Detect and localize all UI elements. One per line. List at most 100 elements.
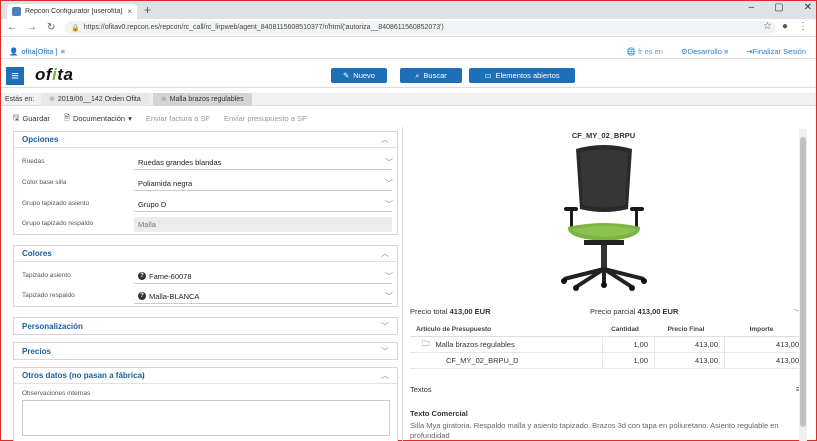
color-base-select[interactable]: Poliamida negra (134, 176, 392, 191)
option-row-color-base: Color base silla Poliamida negra ﹀ (14, 175, 397, 191)
chair-image (554, 143, 654, 291)
product-panel: CF_MY_02_BRPU Precio total 413,00 EUR Pr… (406, 127, 801, 441)
lock-icon: 🔒 (71, 24, 80, 32)
chevron-down-icon: ﹀ (385, 292, 393, 301)
save-icon: 🖫 (13, 113, 20, 122)
precios-section[interactable]: Precios ﹀ (13, 342, 398, 360)
caret-down-icon: ▾ (128, 114, 132, 123)
option-row-grupo-asiento: Grupo tapizado asiento Grupo D ﹀ (14, 196, 397, 212)
otros-datos-header[interactable]: Otros datos (no pasan a fábrica) ︿ (14, 368, 397, 384)
textos-title: Textos (410, 385, 432, 394)
chevron-down-icon: ﹀ (385, 200, 393, 209)
table-row[interactable]: CF_MY_02_BRPU_D 1,00 413,00 413,00 (410, 353, 801, 369)
budget-table: Artículo de Presupuesto Cantidad Precio … (410, 323, 801, 369)
minimize-button[interactable]: – (749, 2, 755, 13)
observaciones-label: Observaciones internas (22, 390, 91, 397)
window-close-button[interactable]: ✕ (804, 2, 812, 13)
tapizado-asiento-select[interactable]: ? Fame-60078 (134, 269, 392, 284)
user-link[interactable]: 👤 ofita[Ofita ] ≡ (9, 47, 65, 56)
user-name: ofita[Ofita ] (21, 47, 58, 56)
product-reference: CF_MY_02_BRPU (571, 131, 636, 140)
elementos-abiertos-button[interactable]: ▭ Elementos abiertos (469, 68, 575, 83)
otros-datos-section: Otros datos (no pasan a fábrica) ︿ Observ… (13, 367, 398, 441)
chevron-down-icon: ﹀ (381, 346, 389, 356)
url-text: https://ofitav0.repcon.es/repcon/rc_call… (83, 24, 444, 31)
chevron-down-icon: ﹀ (385, 272, 393, 281)
window-icon: ▭ (484, 71, 492, 80)
table-header: Artículo de Presupuesto Cantidad Precio … (410, 323, 801, 337)
option-row-grupo-respaldo: Grupo tapizado respaldo Malla (14, 216, 397, 232)
browser-menu-icon[interactable]: ⋮ (798, 21, 808, 32)
favicon-icon (12, 7, 21, 16)
main-menu-button[interactable]: ≡ (6, 67, 24, 85)
maximize-button[interactable]: ▢ (774, 2, 783, 13)
documentacion-dropdown[interactable]: 🗎 Documentación ▾ (64, 112, 132, 125)
opciones-section: Opciones ︿ Ruedas Ruedas grandes blandas … (13, 131, 398, 235)
language-selector[interactable]: 🌐 fr es en (627, 47, 663, 56)
panel-divider[interactable] (402, 127, 403, 441)
enviar-presupuesto-button[interactable]: Enviar presupuesto a SF (224, 114, 307, 123)
profile-icon[interactable]: ● (782, 21, 788, 32)
color-row-respaldo: Tapizado respaldo ? Malla-BLANCA ﹀ (14, 288, 397, 304)
browser-tab[interactable]: Repcon Configurator [userofita] × (7, 4, 137, 19)
enviar-factura-button[interactable]: Enviar factura a SF (146, 114, 210, 123)
pencil-icon: ✎ (343, 71, 350, 80)
back-icon[interactable]: ← (7, 22, 17, 33)
chevron-down-icon: ﹀ (385, 158, 393, 167)
environment-menu[interactable]: ⚙Desarrollo ≡ (681, 47, 728, 56)
observaciones-textarea[interactable] (22, 400, 390, 436)
ofita-logo: ofita (35, 65, 74, 84)
colores-section: Colores ︿ Tapizado asiento ? Fame-60078 ﹀ … (13, 245, 398, 307)
breadcrumb-item-malla[interactable]: ⊗ Malla brazos regulables (152, 92, 252, 106)
user-menu-icon: ≡ (60, 47, 66, 56)
tapizado-respaldo-select[interactable]: ? Malla-BLANCA (134, 289, 392, 304)
address-bar: ← → ↻ 🔒 https://ofitav0.repcon.es/repcon… (1, 19, 816, 37)
user-icon: 👤 (9, 47, 19, 56)
close-icon[interactable]: ⊗ (49, 95, 55, 103)
breadcrumb-label: Estás en: (5, 95, 35, 103)
precios-header[interactable]: Precios ﹀ (14, 343, 397, 359)
search-icon: ⌕ (415, 70, 420, 80)
option-row-ruedas: Ruedas Ruedas grandes blandas ﹀ (14, 154, 397, 170)
nuevo-button[interactable]: ✎ Nuevo (331, 68, 387, 83)
new-tab-button[interactable]: + (144, 3, 151, 17)
grupo-asiento-select[interactable]: Grupo D (134, 197, 392, 212)
color-row-asiento: Tapizado asiento ? Fame-60078 ﹀ (14, 268, 397, 284)
app-top-strip: 👤 ofita[Ofita ] ≡ 🌐 fr es en ⚙Desarrollo… (1, 45, 816, 59)
personalizacion-header[interactable]: Personalización ﹀ (14, 318, 397, 334)
precio-parcial: Precio parcial 413,00 EUR (590, 307, 679, 316)
bookmark-star-icon[interactable]: ☆ (763, 21, 772, 32)
help-icon[interactable]: ? (138, 272, 146, 280)
buscar-button[interactable]: ⌕ Buscar (400, 68, 462, 83)
opciones-header[interactable]: Opciones ︿ (14, 132, 397, 148)
url-input[interactable]: 🔒 https://ofitav0.repcon.es/repcon/rc_ca… (65, 20, 776, 35)
precio-total: Precio total 413,00 EUR (410, 307, 491, 316)
chevron-up-icon: ︿ (381, 371, 389, 380)
table-row[interactable]: 🗀 Malla brazos regulables 1,00 413,00 413… (410, 337, 801, 353)
chevron-up-icon: ︿ (381, 135, 389, 144)
grupo-respaldo-field: Malla (134, 217, 392, 232)
config-panel: Opciones ︿ Ruedas Ruedas grandes blandas … (13, 131, 398, 441)
price-bar: Precio total 413,00 EUR Precio parcial 4… (410, 307, 801, 319)
tab-close-icon[interactable]: × (127, 7, 132, 16)
right-scrollbar[interactable] (799, 129, 807, 441)
colores-header[interactable]: Colores ︿ (14, 246, 397, 262)
logout-link[interactable]: ⇥Finalizar Sesión (746, 47, 806, 56)
close-icon[interactable]: ⊗ (161, 95, 167, 103)
app-header: ≡ ofita ✎ Nuevo ⌕ Buscar ▭ Elementos abiert… (1, 64, 816, 88)
guardar-button[interactable]: 🖫 Guardar (13, 112, 50, 125)
texto-comercial-body: Silla Mya giratoria. Respaldo malla y as… (410, 421, 779, 440)
scrollbar-thumb[interactable] (800, 137, 806, 427)
breadcrumb: Estás en: ⊗ 2019/06__142 Orden Ofita ⊗ Mal… (1, 92, 816, 106)
reload-icon[interactable]: ↻ (47, 22, 55, 33)
personalizacion-section[interactable]: Personalización ﹀ (13, 317, 398, 335)
forward-icon[interactable]: → (27, 22, 37, 33)
texto-comercial-title: Texto Comercial (410, 409, 468, 418)
chevron-down-icon: ﹀ (385, 179, 393, 188)
ruedas-select[interactable]: Ruedas grandes blandas (134, 155, 392, 170)
breadcrumb-item-orden[interactable]: ⊗ 2019/06__142 Orden Ofita (41, 92, 149, 106)
folder-icon: 🗀 (422, 339, 430, 348)
help-icon[interactable]: ? (138, 292, 146, 300)
browser-tabstrip: Repcon Configurator [userofita] × + – ▢ … (1, 1, 816, 19)
tab-title: Repcon Configurator [userofita] (25, 8, 123, 15)
